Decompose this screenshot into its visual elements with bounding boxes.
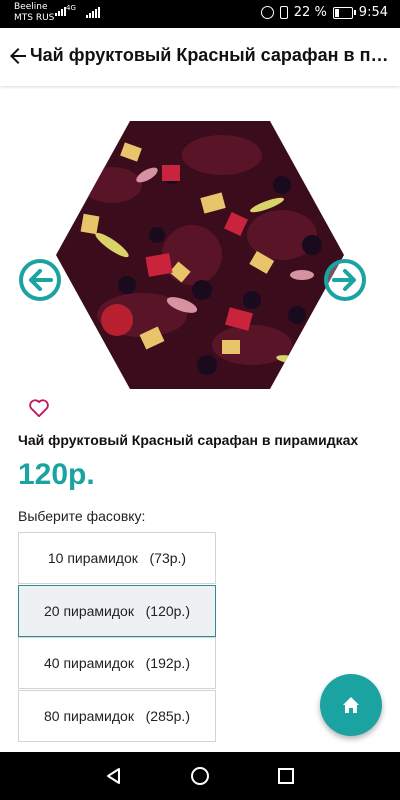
arrow-left-circle-icon[interactable]	[18, 258, 62, 302]
arrow-right-circle-icon[interactable]	[323, 258, 367, 302]
heart-outline-icon[interactable]	[28, 398, 50, 418]
signal-2-icon	[86, 7, 100, 18]
home-fab-button[interactable]	[320, 674, 382, 736]
home-icon	[343, 697, 359, 713]
app-bar: Чай фруктовый Красный сарафан в пир...	[0, 28, 400, 86]
product-image	[52, 115, 348, 395]
package-option-20[interactable]: 20 пирамидок (120р.)	[18, 585, 216, 637]
circle-home-icon[interactable]	[190, 766, 210, 786]
package-option-label: 40 пирамидок (192р.)	[44, 655, 190, 671]
carrier-info: Beeline MTS RUS	[14, 2, 54, 24]
alarm-icon	[260, 6, 274, 19]
product-name: Чай фруктовый Красный сарафан в пирамидк…	[18, 432, 359, 448]
package-option-label: 10 пирамидок (73р.)	[47, 550, 187, 566]
carrier-1: Beeline	[14, 2, 48, 12]
signal-1-icon	[55, 7, 66, 16]
package-option-label: 80 пирамидок (285р.)	[44, 708, 190, 724]
triangle-back-icon[interactable]	[104, 766, 124, 786]
product-price: 120р.	[18, 458, 95, 491]
square-recent-icon[interactable]	[276, 766, 296, 786]
status-bar: Beeline MTS RUS 4G 22 % 9:54	[0, 0, 400, 28]
battery-percent: 22 %	[293, 5, 327, 20]
package-option-label: 20 пирамидок (120р.)	[44, 603, 190, 619]
network-type: 4G	[66, 4, 76, 12]
arrow-left-icon[interactable]	[6, 44, 30, 68]
carrier-2: MTS RUS	[14, 13, 55, 23]
vibrate-icon	[279, 6, 288, 19]
package-option-10[interactable]: 10 пирамидок (73р.)	[18, 532, 216, 584]
battery-icon	[332, 6, 356, 19]
clock: 9:54	[358, 5, 388, 20]
package-option-40[interactable]: 40 пирамидок (192р.)	[18, 637, 216, 689]
page-title: Чай фруктовый Красный сарафан в пир...	[30, 45, 398, 65]
package-prompt: Выберите фасовку:	[18, 508, 146, 524]
package-option-80[interactable]: 80 пирамидок (285р.)	[18, 690, 216, 742]
system-nav-bar	[0, 752, 400, 800]
